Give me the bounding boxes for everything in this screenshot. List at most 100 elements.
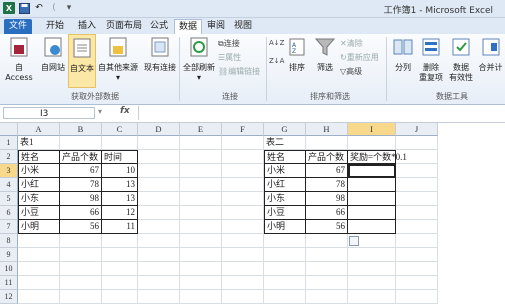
table2-cell[interactable]: 小米 xyxy=(264,164,306,178)
cell[interactable] xyxy=(180,234,222,248)
refresh-all-button[interactable]: 全部刷新 ▾ xyxy=(181,34,217,83)
row-header[interactable]: 9 xyxy=(0,248,18,262)
cell[interactable] xyxy=(180,164,222,178)
cell[interactable] xyxy=(222,192,264,206)
table1-cell[interactable]: 小红 xyxy=(18,178,60,192)
cell[interactable] xyxy=(222,150,264,164)
cell[interactable] xyxy=(396,178,438,192)
reward-cell[interactable] xyxy=(348,178,396,192)
cell[interactable] xyxy=(396,290,438,304)
tab-page-layout[interactable]: 页面布局 xyxy=(104,19,144,34)
cell[interactable] xyxy=(264,248,306,262)
cell[interactable] xyxy=(306,290,348,304)
table1-header[interactable]: 时间 xyxy=(102,150,138,164)
tab-view[interactable]: 视图 xyxy=(232,19,254,34)
cell[interactable] xyxy=(396,220,438,234)
table1-header[interactable]: 姓名 xyxy=(18,150,60,164)
cell[interactable] xyxy=(222,276,264,290)
cell[interactable] xyxy=(102,276,138,290)
cell[interactable] xyxy=(138,290,180,304)
row-header[interactable]: 11 xyxy=(0,276,18,290)
tab-insert[interactable]: 插入 xyxy=(74,19,100,34)
name-box[interactable]: I3 xyxy=(3,107,95,119)
sort-az-button[interactable]: A↓Z xyxy=(269,38,284,49)
cell[interactable] xyxy=(264,234,306,248)
cell[interactable] xyxy=(180,276,222,290)
column-header[interactable]: E xyxy=(180,123,222,136)
cell[interactable] xyxy=(264,262,306,276)
cell[interactable] xyxy=(222,136,264,150)
insert-function-icon[interactable]: fx xyxy=(120,106,130,116)
reward-cell[interactable] xyxy=(348,206,396,220)
cell[interactable] xyxy=(222,178,264,192)
cell[interactable] xyxy=(102,234,138,248)
cell[interactable] xyxy=(396,164,438,178)
formula-input[interactable] xyxy=(138,106,504,120)
table2-cell[interactable]: 98 xyxy=(306,192,348,206)
table1-cell[interactable]: 13 xyxy=(102,192,138,206)
cell[interactable] xyxy=(60,248,102,262)
cell[interactable] xyxy=(138,220,180,234)
clear-filter-button[interactable]: ✕清除 xyxy=(340,38,363,49)
table2-cell[interactable]: 56 xyxy=(306,220,348,234)
table1-title[interactable]: 表1 xyxy=(18,136,60,150)
row-header[interactable]: 10 xyxy=(0,262,18,276)
name-box-dropdown-icon[interactable]: ▾ xyxy=(98,107,102,116)
cell[interactable] xyxy=(138,248,180,262)
table1-cell[interactable]: 67 xyxy=(60,164,102,178)
cell[interactable] xyxy=(180,192,222,206)
table1-cell[interactable]: 小米 xyxy=(18,164,60,178)
table1-cell[interactable]: 小东 xyxy=(18,192,60,206)
row-header[interactable]: 4 xyxy=(0,178,18,192)
row-header[interactable]: 2 xyxy=(0,150,18,164)
cell[interactable] xyxy=(222,290,264,304)
properties-button[interactable]: ☰属性 xyxy=(218,52,241,63)
table2-cell[interactable]: 小明 xyxy=(264,220,306,234)
row-header[interactable]: 7 xyxy=(0,220,18,234)
cell[interactable] xyxy=(60,276,102,290)
cell[interactable] xyxy=(180,220,222,234)
cell[interactable] xyxy=(264,290,306,304)
table2-cell[interactable]: 66 xyxy=(306,206,348,220)
table1-cell[interactable]: 13 xyxy=(102,178,138,192)
cell[interactable] xyxy=(348,262,396,276)
table1-cell[interactable]: 56 xyxy=(60,220,102,234)
cell[interactable] xyxy=(396,192,438,206)
edit-links-button[interactable]: ⛓编辑链接 xyxy=(218,66,260,77)
cell[interactable] xyxy=(396,136,438,150)
cell[interactable] xyxy=(102,248,138,262)
column-header[interactable]: B xyxy=(60,123,102,136)
table1-cell[interactable]: 小豆 xyxy=(18,206,60,220)
sort-za-button[interactable]: Z↓A xyxy=(269,56,284,67)
filter-button[interactable]: 筛选 xyxy=(311,34,339,73)
cell[interactable] xyxy=(396,276,438,290)
cell[interactable] xyxy=(138,234,180,248)
table1-cell[interactable]: 小明 xyxy=(18,220,60,234)
cell[interactable] xyxy=(138,178,180,192)
reapply-button[interactable]: ↻重新应用 xyxy=(340,52,379,63)
cell[interactable] xyxy=(138,206,180,220)
tab-home[interactable]: 开始 xyxy=(42,19,68,34)
column-header[interactable]: G xyxy=(264,123,306,136)
cell[interactable] xyxy=(18,248,60,262)
text-to-columns-button[interactable]: 分列 xyxy=(390,34,416,73)
table1-cell[interactable]: 10 xyxy=(102,164,138,178)
cell[interactable] xyxy=(138,262,180,276)
row-header[interactable]: 1 xyxy=(0,136,18,150)
cell[interactable] xyxy=(180,136,222,150)
cell[interactable] xyxy=(306,262,348,276)
paste-options-icon[interactable] xyxy=(349,236,359,246)
cell[interactable] xyxy=(18,276,60,290)
customize-qat-icon[interactable]: ▾ xyxy=(63,2,75,14)
cell[interactable] xyxy=(396,234,438,248)
data-validation-button[interactable]: 数据 有效性 xyxy=(446,34,476,83)
sort-button[interactable]: AZ 排序 xyxy=(285,34,309,73)
table2-cell[interactable]: 小东 xyxy=(264,192,306,206)
row-header[interactable]: 8 xyxy=(0,234,18,248)
cell[interactable] xyxy=(180,262,222,276)
table2-header[interactable]: 姓名 xyxy=(264,150,306,164)
cell[interactable] xyxy=(222,206,264,220)
cell[interactable] xyxy=(306,276,348,290)
save-icon[interactable] xyxy=(18,2,30,14)
tab-data[interactable]: 数据 xyxy=(174,19,202,35)
